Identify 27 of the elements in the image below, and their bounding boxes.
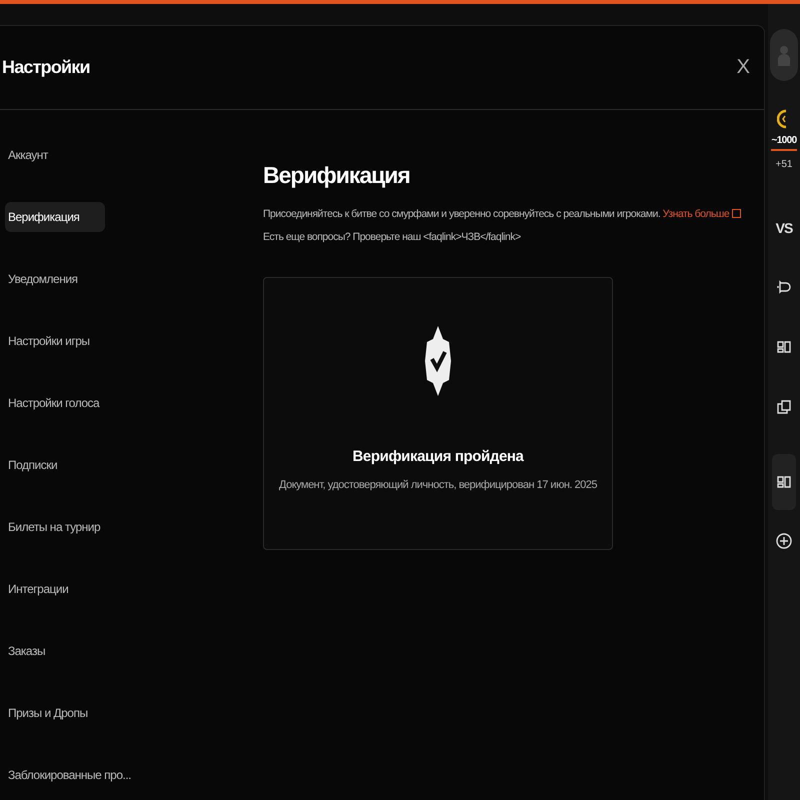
sidebar-item[interactable]: Подписки	[5, 450, 105, 480]
section-description: Присоединяйтесь к битве со смурфами и уверенно соревнуйтесь с реальными игроками. Узнать больше	[263, 207, 742, 221]
rail-tab[interactable]	[772, 454, 796, 510]
close-button[interactable]: X	[732, 56, 754, 79]
sidebar-item[interactable]: Уведомления	[5, 264, 105, 294]
points-count: ~1000	[771, 135, 797, 151]
sidebar-item[interactable]: Билеты на турнир	[5, 512, 105, 542]
sidebar-item[interactable]: Настройки голоса	[5, 388, 105, 418]
verified-badge-icon	[425, 326, 451, 396]
bell-icon[interactable]	[775, 278, 793, 296]
learn-more-link[interactable]: Узнать больше	[662, 208, 742, 220]
sidebar-item[interactable]: Аккаунт	[5, 140, 105, 170]
screens-icon[interactable]	[775, 398, 793, 416]
sidebar-item[interactable]: Верификация	[5, 202, 105, 232]
section-heading: Верификация	[263, 162, 411, 189]
sidebar-item[interactable]: Призы и Дропы	[5, 698, 105, 728]
status-detail: Документ, удостоверяющий личность, верифицирован 17 июн. 2025	[279, 479, 597, 491]
status-title: Верификация пройдена	[352, 448, 524, 465]
sidebar-item[interactable]: Заблокированные про...	[5, 760, 134, 790]
sidebar-item[interactable]: Заказы	[5, 636, 105, 666]
vs-button[interactable]: VS	[776, 220, 792, 236]
window-title: Настройки	[2, 57, 90, 78]
points-delta: +51	[776, 159, 792, 170]
faq-text: Есть еще вопросы? Проверьте наш <faqlink>ЧЗВ</faqlink>	[263, 231, 522, 243]
plus-circle-icon[interactable]	[775, 532, 793, 550]
sidebar-item[interactable]: Настройки игры	[5, 326, 105, 356]
sidebar-item[interactable]: Интеграции	[5, 574, 105, 604]
